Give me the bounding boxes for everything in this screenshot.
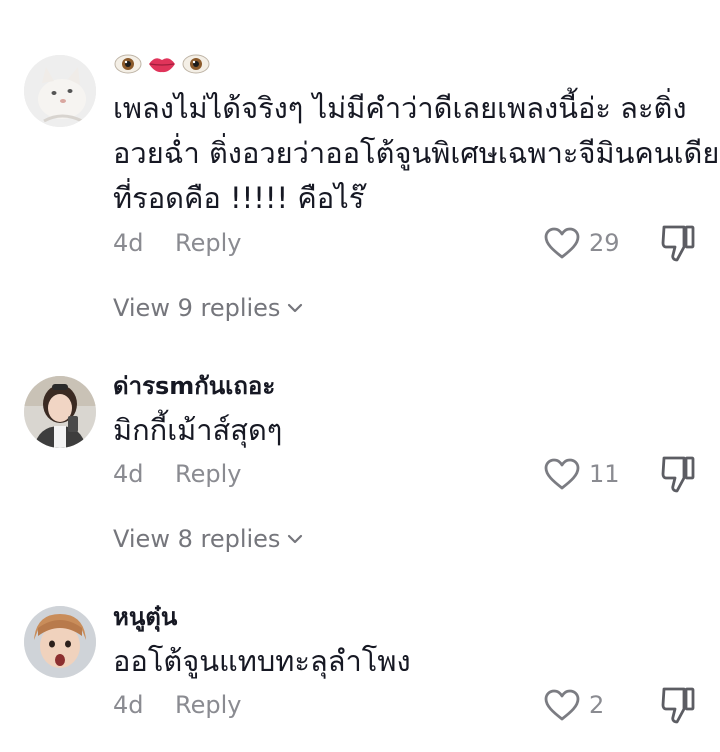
dislike-button[interactable] <box>660 223 696 263</box>
username[interactable]: ด่ารsmกันเถอะ <box>113 371 275 401</box>
eye-icon <box>114 54 142 74</box>
boy-avatar-image <box>24 606 96 678</box>
heart-outline-icon <box>544 227 580 259</box>
comment-text: ออโต้จูนแทบทะลุลำโพง <box>113 639 703 684</box>
view-replies-label: View 8 replies <box>113 525 281 553</box>
comment-meta: 4d Reply <box>113 457 241 491</box>
reply-button[interactable]: Reply <box>175 691 241 719</box>
view-replies-button[interactable]: View 9 replies <box>113 291 304 325</box>
comment-line: ออโต้จูนแทบทะลุลำโพง <box>113 644 411 678</box>
comment-line: เพลงไม่ได้จริงๆ ไม่มีคำว่าดีเลยเพลงนี้อ่… <box>113 91 687 125</box>
eye-icon <box>182 54 210 74</box>
view-replies-button[interactable]: View 8 replies <box>113 522 304 556</box>
like-button[interactable]: 11 <box>543 454 620 494</box>
lips-icon <box>149 58 175 73</box>
like-button[interactable]: 29 <box>543 223 620 263</box>
timestamp: 4d <box>113 229 144 257</box>
thumbs-down-icon <box>661 225 695 262</box>
dislike-button[interactable] <box>660 454 696 494</box>
comment-text: มิกกี้เม้าส์สุดๆ <box>113 408 703 453</box>
username[interactable]: หนูตุ๋น <box>113 602 177 632</box>
username-emoji <box>113 52 211 76</box>
chevron-down-icon <box>288 303 303 313</box>
cat-avatar-image <box>24 55 96 127</box>
dislike-button[interactable] <box>660 685 696 725</box>
heart-outline-icon <box>544 458 580 490</box>
view-replies-label: View 9 replies <box>113 294 281 322</box>
girl-avatar-image <box>24 376 96 448</box>
comment-line: อวยฉ่ำ ติ่งอวยว่าออโต้จูนพิเศษเฉพาะจีมิน… <box>113 136 720 170</box>
comment-meta: 4d Reply <box>113 688 241 722</box>
like-count: 11 <box>589 460 620 488</box>
timestamp: 4d <box>113 691 144 719</box>
comment-text: เพลงไม่ได้จริงๆ ไม่มีคำว่าดีเลยเพลงนี้อ่… <box>113 86 720 221</box>
timestamp: 4d <box>113 460 144 488</box>
like-count: 29 <box>589 229 620 257</box>
thumbs-down-icon <box>661 456 695 493</box>
comment-line: มิกกี้เม้าส์สุดๆ <box>113 413 283 447</box>
avatar[interactable] <box>24 55 96 127</box>
comment-meta: 4d Reply <box>113 226 241 260</box>
like-count: 2 <box>589 691 605 719</box>
heart-outline-icon <box>544 689 580 721</box>
comment-line: ที่รอดคือ !!!!! คือไร๊ <box>113 181 365 215</box>
avatar[interactable] <box>24 606 96 678</box>
reply-button[interactable]: Reply <box>175 229 241 257</box>
chevron-down-icon <box>288 534 303 544</box>
thumbs-down-icon <box>661 687 695 724</box>
avatar[interactable] <box>24 376 96 448</box>
like-button[interactable]: 2 <box>543 685 604 725</box>
reply-button[interactable]: Reply <box>175 460 241 488</box>
